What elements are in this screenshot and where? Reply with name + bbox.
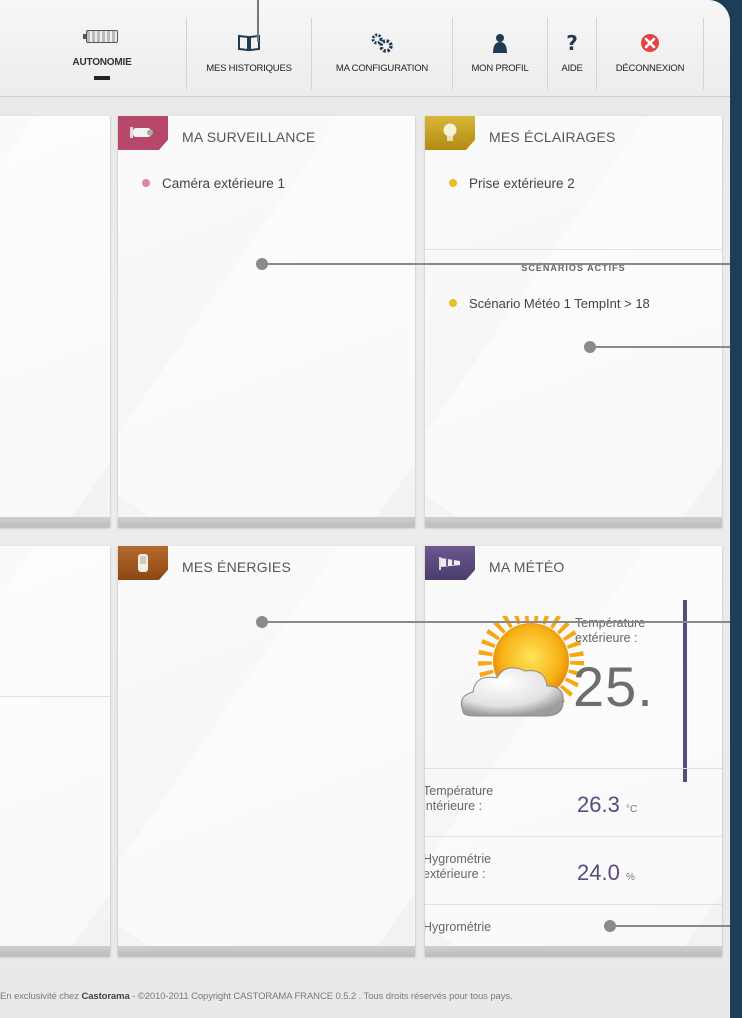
scrollbar[interactable] (683, 600, 687, 782)
battery-label: AUTONOMIE (72, 57, 132, 68)
humidity-label-partial: Hygrométrie (425, 920, 492, 934)
gears-icon (371, 32, 393, 54)
outdoor-temp-value: 25. (573, 655, 654, 718)
nav-mes-historiques[interactable]: MES HISTORIQUES (186, 18, 311, 90)
energy-meter-icon (118, 546, 168, 580)
brand-name: Castorama (81, 991, 130, 1002)
panel-ma-surveillance[interactable]: MA SURVEILLANCE Caméra extérieure 1 (118, 116, 415, 527)
nav-mon-profil[interactable]: MON PROFIL (452, 18, 547, 90)
nav-label: MA CONFIGURATION (335, 63, 429, 74)
callout-line (262, 263, 730, 265)
callout-line (590, 346, 730, 348)
question-icon: ? (566, 31, 578, 55)
battery-level-bar (94, 76, 110, 80)
outdoor-humidity-value: 24.0 % (577, 860, 635, 885)
panel-title: MA MÉTÉO (489, 559, 565, 575)
callout-line (610, 925, 730, 927)
connector-line (257, 0, 259, 42)
dashboard-page: AUTONOMIE MES HISTORIQUES MA CONFIGURATI… (0, 0, 730, 1018)
device-item[interactable]: Prise extérieure 2 (449, 176, 575, 191)
left-panel-bottom (0, 546, 110, 956)
panel-mes-energies[interactable]: MES ÉNERGIES (118, 546, 415, 956)
left-panel-top (0, 116, 110, 527)
nav-ma-configuration[interactable]: MA CONFIGURATION (311, 18, 452, 90)
status-dot (142, 179, 150, 187)
battery-indicator[interactable]: AUTONOMIE (62, 30, 142, 80)
close-circle-icon (640, 32, 660, 54)
panel-title: MES ÉCLAIRAGES (489, 129, 616, 145)
copyright-footer: En exclusivité chez Castorama - ©2010-20… (0, 991, 513, 1002)
outdoor-humidity-label: Hygrométrie extérieure : (425, 852, 492, 881)
nav-label: DÉCONNEXION (615, 63, 685, 74)
weather-sun-cloud-icon (453, 608, 593, 726)
status-dot (449, 299, 457, 307)
panel-title: MA SURVEILLANCE (182, 129, 316, 145)
indoor-temp-value: 26.3 °C (577, 792, 638, 817)
windsock-icon (425, 546, 475, 580)
user-icon (491, 32, 509, 54)
nav-label: AIDE (561, 63, 583, 74)
light-bulb-icon (425, 116, 475, 150)
top-toolbar: AUTONOMIE MES HISTORIQUES MA CONFIGURATI… (0, 0, 730, 97)
nav-deconnexion[interactable]: DÉCONNEXION (596, 18, 704, 90)
camera-icon (118, 116, 168, 150)
battery-icon (83, 30, 118, 43)
main-nav: MES HISTORIQUES MA CONFIGURATION MON PRO… (186, 18, 704, 90)
scenario-item[interactable]: Scénario Météo 1 TempInt > 18 (449, 296, 650, 311)
panel-ma-meteo[interactable]: MA MÉTÉO Température extérieure : 25. Te… (425, 546, 722, 956)
panel-mes-eclairages[interactable]: MES ÉCLAIRAGES Prise extérieure 2 SCÉNAR… (425, 116, 722, 527)
status-dot (449, 179, 457, 187)
panel-title: MES ÉNERGIES (182, 559, 291, 575)
nav-label: MES HISTORIQUES (206, 63, 292, 74)
device-item[interactable]: Caméra extérieure 1 (142, 176, 285, 191)
callout-line (262, 621, 730, 623)
nav-aide[interactable]: ? AIDE (547, 18, 596, 90)
indoor-temp-label: Température intérieure : (425, 784, 494, 813)
nav-label: MON PROFIL (471, 63, 529, 74)
